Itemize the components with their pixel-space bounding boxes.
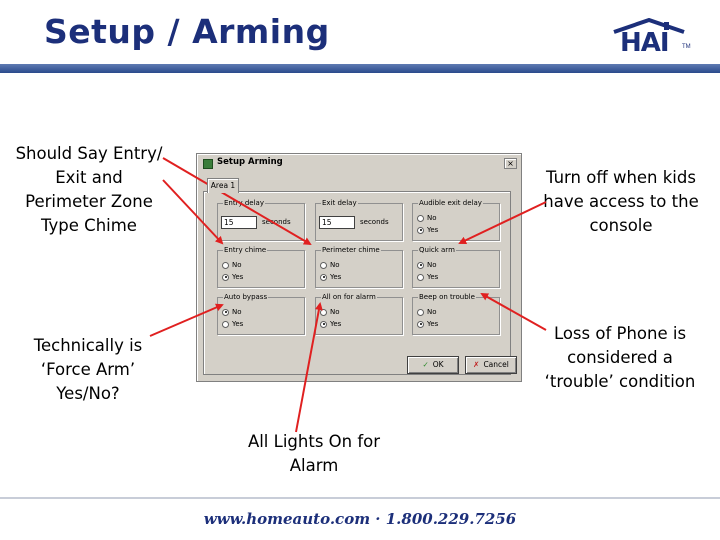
logo-trademark: TM: [682, 44, 691, 50]
tab-panel: Entry delay 15 seconds Exit delay 15 sec…: [203, 191, 517, 375]
ok-button-label: OK: [432, 360, 444, 369]
dialog-title: Setup Arming: [217, 157, 283, 167]
entry-delay-group: Entry delay 15 seconds: [217, 198, 305, 241]
quick-arm-no-option[interactable]: No: [417, 260, 437, 270]
radio-yes-selected: [417, 226, 424, 234]
all-on-for-alarm-no-option[interactable]: No: [320, 307, 340, 317]
title-divider: [0, 64, 720, 73]
option-label: No: [232, 308, 242, 316]
radio-no: [320, 308, 327, 316]
beep-on-trouble-yes-option[interactable]: Yes: [417, 319, 438, 329]
checkmark-icon: ✓: [422, 360, 429, 369]
option-label: No: [427, 261, 437, 269]
all-on-for-alarm-label: All on for alarm: [321, 292, 377, 302]
option-label: No: [330, 308, 340, 316]
annotation-beep-on-trouble: Loss of Phone is considered a ‘trouble’ …: [544, 324, 696, 391]
quick-arm-group: Quick arm No Yes: [412, 245, 500, 288]
beep-on-trouble-group: Beep on trouble No Yes: [412, 292, 500, 335]
option-label: No: [427, 214, 437, 222]
exit-delay-units: seconds: [360, 218, 389, 226]
option-label: Yes: [232, 273, 244, 281]
radio-yes-selected: [417, 320, 424, 328]
entry-delay-label: Entry delay: [223, 198, 265, 208]
entry-delay-input[interactable]: 15: [221, 216, 257, 229]
entry-chime-label: Entry chime: [223, 245, 268, 255]
audible-exit-delay-yes-option[interactable]: Yes: [417, 225, 438, 235]
entry-chime-no-option[interactable]: No: [222, 260, 242, 270]
annotation-quick-arm: Turn off when kids have access to the co…: [543, 168, 699, 235]
radio-yes-selected: [320, 273, 327, 281]
option-label: No: [330, 261, 340, 269]
radio-yes: [417, 273, 424, 281]
entry-delay-units: seconds: [262, 218, 291, 226]
audible-exit-delay-no-option[interactable]: No: [417, 213, 437, 223]
radio-no: [222, 261, 229, 269]
annotation-entry-exit-chime: Should Say Entry/ Exit and Perimeter Zon…: [15, 144, 163, 235]
beep-on-trouble-label: Beep on trouble: [418, 292, 476, 302]
app-icon: [203, 159, 213, 169]
tab-area-1[interactable]: Area 1: [207, 178, 239, 193]
perimeter-chime-no-option[interactable]: No: [320, 260, 340, 270]
option-label: Yes: [232, 320, 244, 328]
perimeter-chime-yes-option[interactable]: Yes: [320, 272, 341, 282]
radio-no: [320, 261, 327, 269]
option-label: Yes: [427, 320, 439, 328]
option-label: Yes: [427, 226, 439, 234]
ok-button[interactable]: ✓ OK: [407, 356, 459, 374]
dialog-titlebar[interactable]: Setup Arming ×: [199, 156, 519, 172]
option-label: No: [427, 308, 437, 316]
all-on-for-alarm-yes-option[interactable]: Yes: [320, 319, 341, 329]
perimeter-chime-group: Perimeter chime No Yes: [315, 245, 403, 288]
radio-yes: [222, 320, 229, 328]
audible-exit-delay-label: Audible exit delay: [418, 198, 483, 208]
exit-delay-input[interactable]: 15: [319, 216, 355, 229]
quick-arm-yes-option[interactable]: Yes: [417, 272, 438, 282]
cancel-button-label: Cancel: [483, 360, 509, 369]
entry-chime-yes-option[interactable]: Yes: [222, 272, 243, 282]
auto-bypass-yes-option[interactable]: Yes: [222, 319, 243, 329]
auto-bypass-label: Auto bypass: [223, 292, 269, 302]
slide-title: Setup / Arming: [44, 12, 330, 51]
logo-text: HAI: [620, 28, 670, 58]
beep-on-trouble-no-option[interactable]: No: [417, 307, 437, 317]
entry-chime-group: Entry chime No Yes: [217, 245, 305, 288]
all-on-for-alarm-group: All on for alarm No Yes: [315, 292, 403, 335]
radio-yes-selected: [320, 320, 327, 328]
radio-no: [417, 214, 424, 222]
annotation-all-on-alarm: All Lights On for Alarm: [247, 432, 381, 475]
close-button[interactable]: ×: [504, 158, 517, 169]
footer-contact: www.homeauto.com · 1.800.229.7256: [203, 510, 517, 528]
radio-no: [417, 308, 424, 316]
option-label: No: [232, 261, 242, 269]
radio-no-selected: [222, 308, 229, 316]
perimeter-chime-label: Perimeter chime: [321, 245, 381, 255]
cancel-button[interactable]: ✗ Cancel: [465, 356, 517, 374]
radio-yes-selected: [222, 273, 229, 281]
footer-divider: [0, 497, 720, 499]
option-label: Yes: [427, 273, 439, 281]
option-label: Yes: [330, 320, 342, 328]
exit-delay-label: Exit delay: [321, 198, 358, 208]
exit-delay-group: Exit delay 15 seconds: [315, 198, 403, 241]
option-label: Yes: [330, 273, 342, 281]
audible-exit-delay-group: Audible exit delay No Yes: [412, 198, 500, 241]
setup-arming-dialog: Setup Arming × Area 1 Entry delay 15 sec…: [196, 153, 522, 382]
radio-no-selected: [417, 261, 424, 269]
auto-bypass-group: Auto bypass No Yes: [217, 292, 305, 335]
auto-bypass-no-option[interactable]: No: [222, 307, 242, 317]
quick-arm-label: Quick arm: [418, 245, 456, 255]
cancel-x-icon: ✗: [473, 360, 480, 369]
annotation-auto-bypass: Technically is ‘Force Arm’ Yes/No?: [33, 336, 143, 403]
